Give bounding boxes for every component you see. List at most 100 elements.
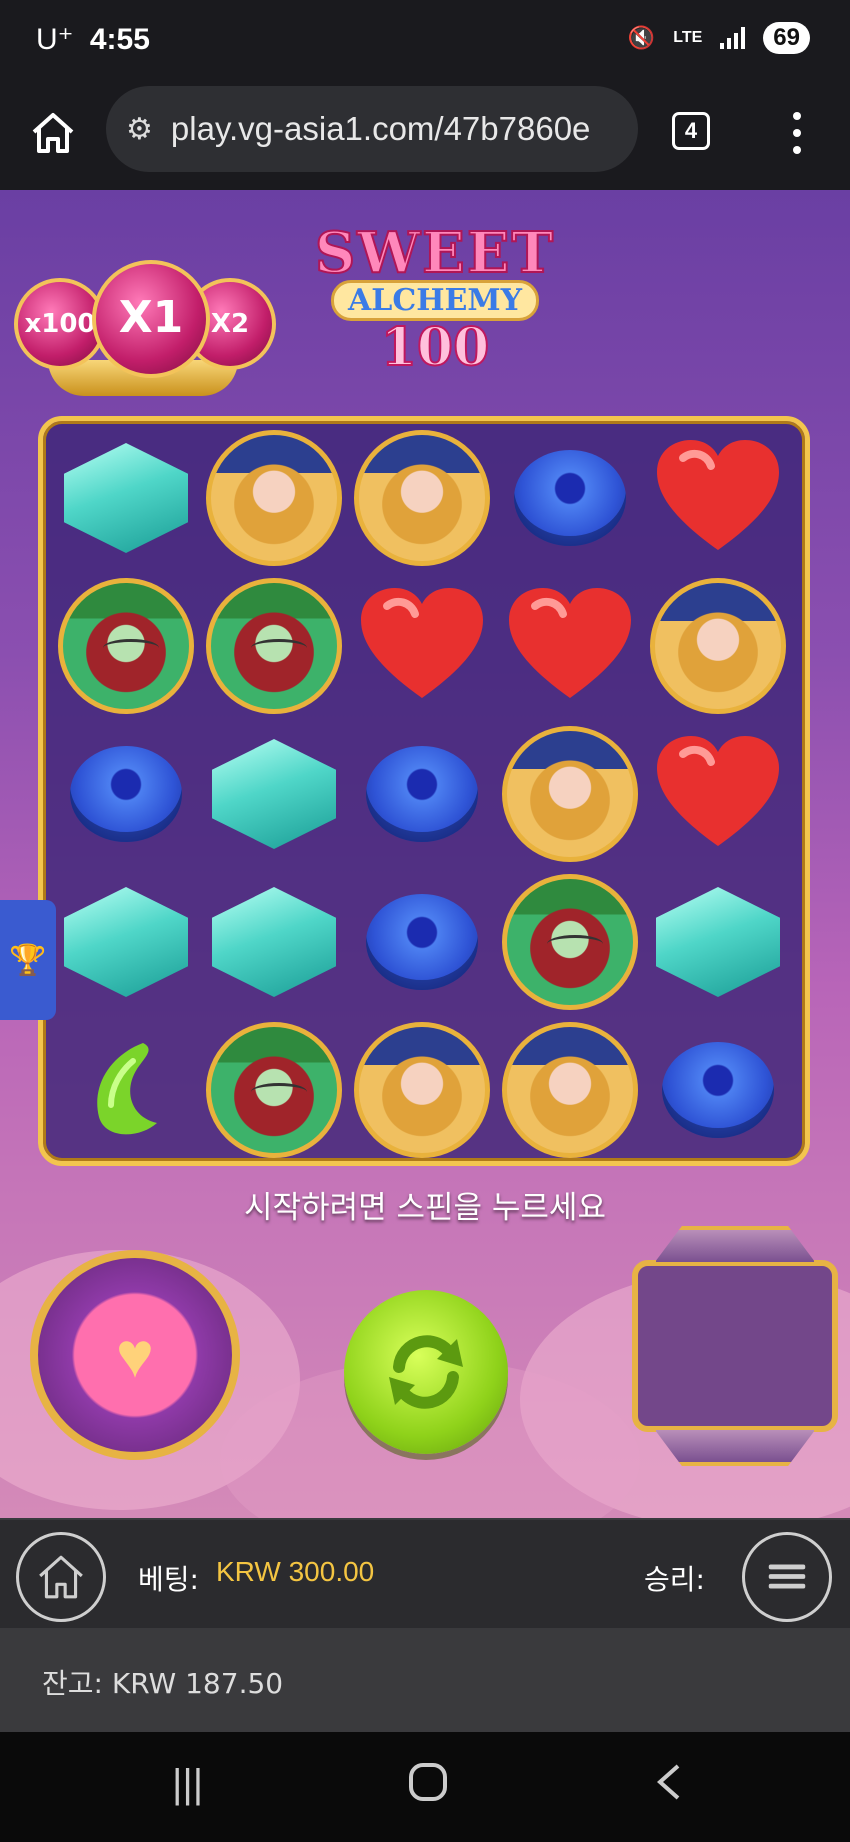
home-icon [39, 1555, 83, 1599]
bet-label: 베팅: [138, 1563, 199, 1596]
balance-text: 잔고: KRW 187.50 [42, 1667, 284, 1700]
reel-cell [199, 423, 349, 573]
reel-cell [347, 571, 497, 721]
reel-cell [495, 719, 645, 869]
glasses-icon [251, 639, 307, 657]
gem-symbol-icon [212, 739, 336, 849]
more-dot [793, 145, 801, 154]
reel-cell [199, 1015, 349, 1165]
gem-symbol-icon [656, 887, 780, 997]
back-nav-icon[interactable] [652, 1762, 686, 1812]
reel-cell [643, 423, 793, 573]
game-home-button[interactable] [16, 1532, 106, 1622]
home-nav-icon[interactable] [408, 1762, 448, 1812]
gem-symbol-icon [64, 887, 188, 997]
home-icon [32, 113, 74, 153]
gem-symbol-icon [212, 887, 336, 997]
more-dot [793, 112, 801, 121]
win-display-panel [632, 1226, 838, 1466]
glasses-icon [103, 639, 159, 657]
battery-indicator: 69 [763, 22, 810, 54]
blonde-witch-symbol-icon [354, 430, 490, 566]
reel-cell [51, 423, 201, 573]
heart-candy-symbol-icon [505, 586, 635, 706]
redhead-witch-symbol-icon [206, 1022, 342, 1158]
tab-switcher-button[interactable]: 4 [672, 112, 710, 150]
url-text: play.vg-asia1.com/47b7860e [170, 110, 591, 147]
game-control-bar: 베팅: KRW 300.00 승리: [0, 1518, 850, 1628]
mute-icon: 🔇 [627, 25, 656, 50]
game-canvas: x100 X2 X1 SWEET ALCHEMY 100 🏆 시작하려면 스핀을… [0, 190, 850, 1518]
reel-cell [51, 719, 201, 869]
reel-cell [643, 1015, 793, 1165]
reel-cell [51, 571, 201, 721]
multiplier-display: x100 X2 X1 [8, 250, 278, 400]
redhead-witch-symbol-icon [502, 874, 638, 1010]
donut-candy-symbol-icon [366, 894, 478, 990]
spin-button[interactable] [344, 1290, 508, 1454]
redhead-witch-symbol-icon [58, 578, 194, 714]
reel-cell [347, 1015, 497, 1165]
more-menu-button[interactable] [782, 108, 812, 158]
reel-cell [51, 867, 201, 1017]
reel-cell [347, 719, 497, 869]
donut-candy-symbol-icon [662, 1042, 774, 1138]
recent-apps-icon[interactable]: ||| [172, 1762, 203, 1807]
signal-icon [720, 27, 746, 49]
reel-cell [495, 571, 645, 721]
win-panel-bottom-cap [652, 1426, 818, 1466]
status-icons: 🔇 LTE 69 [628, 22, 810, 54]
reel-cell [347, 867, 497, 1017]
glasses-icon [251, 1083, 307, 1101]
more-dot [793, 128, 801, 137]
browser-toolbar: ⚙ play.vg-asia1.com/47b7860e 4 [0, 80, 850, 190]
bonus-buy-button[interactable]: ♥ [30, 1250, 240, 1460]
reel-cell [199, 719, 349, 869]
logo-line-2: ALCHEMY [330, 280, 540, 321]
donut-candy-symbol-icon [514, 450, 626, 546]
browser-home-button[interactable] [28, 108, 78, 158]
win-panel-body [632, 1260, 838, 1432]
heart-candy-symbol-icon [653, 734, 783, 854]
blonde-witch-symbol-icon [206, 430, 342, 566]
reel-cell [643, 719, 793, 869]
blonde-witch-symbol-icon [502, 726, 638, 862]
site-settings-icon[interactable]: ⚙ [126, 112, 153, 147]
system-nav-bar: ||| [0, 1732, 850, 1842]
reel-cell [199, 571, 349, 721]
win-label: 승리: [644, 1563, 705, 1596]
address-bar[interactable]: ⚙ play.vg-asia1.com/47b7860e [106, 86, 638, 172]
bet-amount[interactable]: KRW 300.00 [216, 1556, 374, 1588]
hamburger-icon [768, 1564, 806, 1589]
reel-cell [199, 867, 349, 1017]
spin-hint-text: 시작하려면 스핀을 누르세요 [244, 1190, 606, 1226]
carrier-label: U⁺ [36, 23, 74, 56]
reel-cell [495, 867, 645, 1017]
blonde-witch-symbol-icon [502, 1022, 638, 1158]
multiplier-current: X1 [92, 260, 210, 378]
trophy-side-tab[interactable]: 🏆 [0, 900, 56, 1020]
win-panel-top-cap [652, 1226, 818, 1266]
heart-candy-symbol-icon [357, 586, 487, 706]
game-menu-button[interactable] [742, 1532, 832, 1622]
status-bar: U⁺ 4:55 🔇 LTE 69 [0, 0, 850, 80]
reel-cell [643, 571, 793, 721]
reel-cell [347, 423, 497, 573]
reel-cell [495, 423, 645, 573]
redhead-witch-symbol-icon [206, 578, 342, 714]
game-logo: SWEET ALCHEMY 100 [290, 219, 580, 390]
glasses-icon [547, 935, 603, 953]
spin-arrows-icon [389, 1335, 463, 1409]
blonde-witch-symbol-icon [650, 578, 786, 714]
status-time-group: U⁺ 4:55 [36, 22, 150, 57]
donut-candy-symbol-icon [70, 746, 182, 842]
heart-candy-symbol-icon [653, 438, 783, 558]
reel-cell [51, 1015, 201, 1165]
logo-line-3: 100 [380, 316, 491, 379]
logo-line-1: SWEET [314, 219, 556, 287]
lte-icon: LTE [673, 29, 703, 46]
trophy-icon: 🏆 [9, 943, 47, 977]
reel-cell [643, 867, 793, 1017]
reel-grid [38, 416, 810, 1166]
blonde-witch-symbol-icon [354, 1022, 490, 1158]
